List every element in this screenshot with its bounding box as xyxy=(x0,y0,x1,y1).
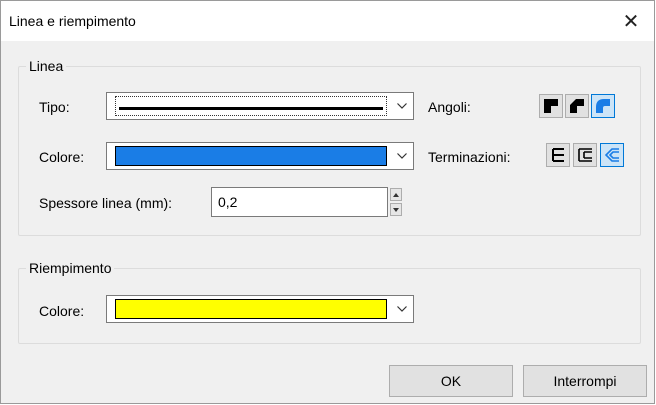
line-width-input[interactable] xyxy=(211,187,388,217)
flat-end-icon xyxy=(552,148,564,162)
line-type-sample xyxy=(115,96,387,116)
corner-square-button[interactable] xyxy=(539,94,563,118)
chevron-down-icon xyxy=(391,296,413,322)
fill-color-swatch xyxy=(115,299,387,319)
spin-down-button[interactable] xyxy=(390,203,402,216)
line-type-dropdown[interactable] xyxy=(106,92,414,120)
fill-color-label: Colore: xyxy=(39,303,85,319)
title-bar[interactable]: Linea e riempimento ✕ xyxy=(1,1,654,41)
arrow-up-icon xyxy=(393,192,399,197)
corners-label: Angoli: xyxy=(428,99,471,115)
round-end-icon xyxy=(604,148,619,162)
line-type-label: Tipo: xyxy=(39,99,70,115)
cancel-button[interactable]: Interrompi xyxy=(523,365,647,397)
line-color-dropdown[interactable] xyxy=(106,142,414,170)
end-flat-button[interactable] xyxy=(546,143,570,167)
fill-group-label: Riempimento xyxy=(26,258,115,278)
line-color-label: Colore: xyxy=(39,149,85,165)
spin-up-button[interactable] xyxy=(390,188,402,201)
ends-label: Terminazioni: xyxy=(428,149,511,165)
line-color-swatch xyxy=(115,146,387,166)
corner-bevel-button[interactable] xyxy=(565,94,589,118)
square-end-icon xyxy=(578,148,592,162)
fill-color-dropdown[interactable] xyxy=(106,295,414,323)
close-icon: ✕ xyxy=(622,10,640,33)
dialog-title: Linea e riempimento xyxy=(9,13,136,29)
round-corner-icon xyxy=(596,99,610,113)
arrow-down-icon xyxy=(393,207,399,212)
bevel-corner-icon xyxy=(570,99,584,113)
line-width-label: Spessore linea (mm): xyxy=(39,195,173,211)
chevron-down-icon xyxy=(391,93,413,119)
ok-button[interactable]: OK xyxy=(389,365,513,397)
chevron-down-icon xyxy=(391,143,413,169)
end-square-button[interactable] xyxy=(573,143,597,167)
line-group-label: Linea xyxy=(26,56,67,76)
end-round-button[interactable] xyxy=(600,143,624,167)
line-fill-dialog: Linea e riempimento ✕ Linea Tipo: Colore… xyxy=(0,0,655,404)
close-button[interactable]: ✕ xyxy=(608,1,654,41)
square-corner-icon xyxy=(544,99,558,113)
corner-round-button[interactable] xyxy=(591,94,615,118)
